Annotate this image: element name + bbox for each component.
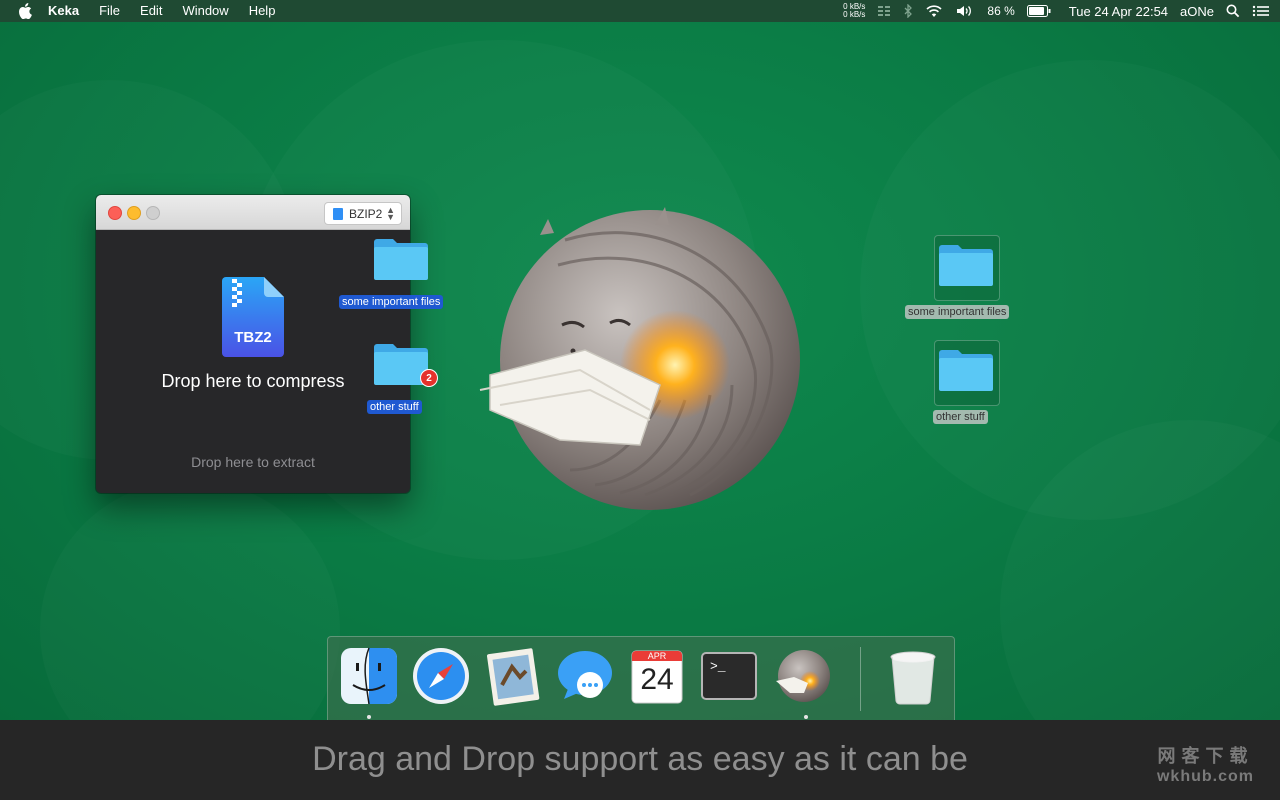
running-indicator xyxy=(367,715,371,719)
watermark-line1: 网客下载 xyxy=(1157,746,1254,766)
dragged-folder[interactable] xyxy=(372,236,430,282)
item-count-badge: 2 xyxy=(420,369,438,387)
menu-edit[interactable]: Edit xyxy=(130,0,172,22)
battery-percent[interactable]: 86 % xyxy=(987,4,1014,18)
desktop-folder-label: some important files xyxy=(905,305,1010,319)
calendar-month: APR xyxy=(647,651,667,661)
keka-window[interactable]: BZIP2 ▲ ▼ TBZ2 Drop here to compress Drop… xyxy=(96,195,410,493)
running-indicator xyxy=(804,715,808,719)
desktop-folder-label: other stuff xyxy=(933,410,988,424)
archive-file-icon: TBZ2 xyxy=(222,277,284,357)
zoom-button[interactable] xyxy=(146,206,160,220)
spotlight-search-icon[interactable] xyxy=(1226,4,1240,18)
net-download: 0 kB/s xyxy=(843,10,866,19)
close-button[interactable] xyxy=(108,206,122,220)
messages-icon[interactable] xyxy=(554,645,616,707)
keka-icon[interactable] xyxy=(770,645,832,707)
apple-logo-icon[interactable] xyxy=(18,3,32,19)
desktop-folder[interactable] xyxy=(937,347,995,393)
watermark-line2: wkhub.com xyxy=(1156,768,1254,785)
format-select[interactable]: BZIP2 ▲ ▼ xyxy=(324,202,402,225)
safari-icon[interactable] xyxy=(410,645,472,707)
format-select-value: BZIP2 xyxy=(349,206,383,221)
terminal-icon[interactable]: >_ xyxy=(698,645,760,707)
folder-icon xyxy=(939,350,993,391)
minimize-button[interactable] xyxy=(127,206,141,220)
dragged-folder-label: other stuff xyxy=(367,400,422,414)
caption-text: Drag and Drop support as easy as it can … xyxy=(312,740,968,778)
dock-separator xyxy=(860,647,861,711)
battery-icon[interactable] xyxy=(1026,5,1051,17)
folder-icon xyxy=(939,245,993,286)
memory-bars-icon[interactable] xyxy=(877,4,891,18)
extract-drop-zone[interactable]: Drop here to extract xyxy=(96,454,410,470)
folder-icon xyxy=(374,239,428,280)
file-extension-label: TBZ2 xyxy=(234,329,272,346)
menu-app-name[interactable]: Keka xyxy=(38,0,89,22)
menu-help[interactable]: Help xyxy=(239,0,286,22)
calendar-day: 24 xyxy=(640,663,674,696)
calendar-icon[interactable]: APR 24 xyxy=(626,645,688,707)
volume-icon[interactable] xyxy=(955,4,975,18)
dock: APR 24 >_ xyxy=(327,636,955,723)
document-icon xyxy=(333,207,343,220)
compress-drop-zone[interactable]: Drop here to compress xyxy=(96,371,410,392)
user-name[interactable]: aONe xyxy=(1180,4,1214,19)
menu-window[interactable]: Window xyxy=(172,0,238,22)
wifi-icon[interactable] xyxy=(925,4,943,18)
terminal-prompt: >_ xyxy=(710,659,726,674)
menu-bar: Keka File Edit Window Help 0 kB/s 0 kB/s… xyxy=(0,0,1280,22)
clock[interactable]: Tue 24 Apr 22:54 xyxy=(1069,4,1168,19)
notification-center-icon[interactable] xyxy=(1252,4,1270,18)
watermark: 网客下载 wkhub.com xyxy=(1157,742,1254,786)
desktop-folder[interactable] xyxy=(937,242,995,288)
mail-icon[interactable] xyxy=(482,645,544,707)
finder-icon[interactable] xyxy=(338,645,400,707)
keka-mascot-illustration xyxy=(479,207,800,510)
bluetooth-icon[interactable] xyxy=(903,4,913,18)
dragged-folder-label: some important files xyxy=(339,295,444,309)
caption-bar: Drag and Drop support as easy as it can … xyxy=(0,720,1280,800)
wallpaper-shape xyxy=(40,480,340,720)
network-monitor[interactable]: 0 kB/s 0 kB/s xyxy=(843,3,865,19)
window-titlebar[interactable]: BZIP2 ▲ ▼ xyxy=(96,195,410,230)
trash-icon[interactable] xyxy=(882,645,944,707)
chevron-updown-icon: ▲ ▼ xyxy=(386,204,395,222)
menu-file[interactable]: File xyxy=(89,0,130,22)
